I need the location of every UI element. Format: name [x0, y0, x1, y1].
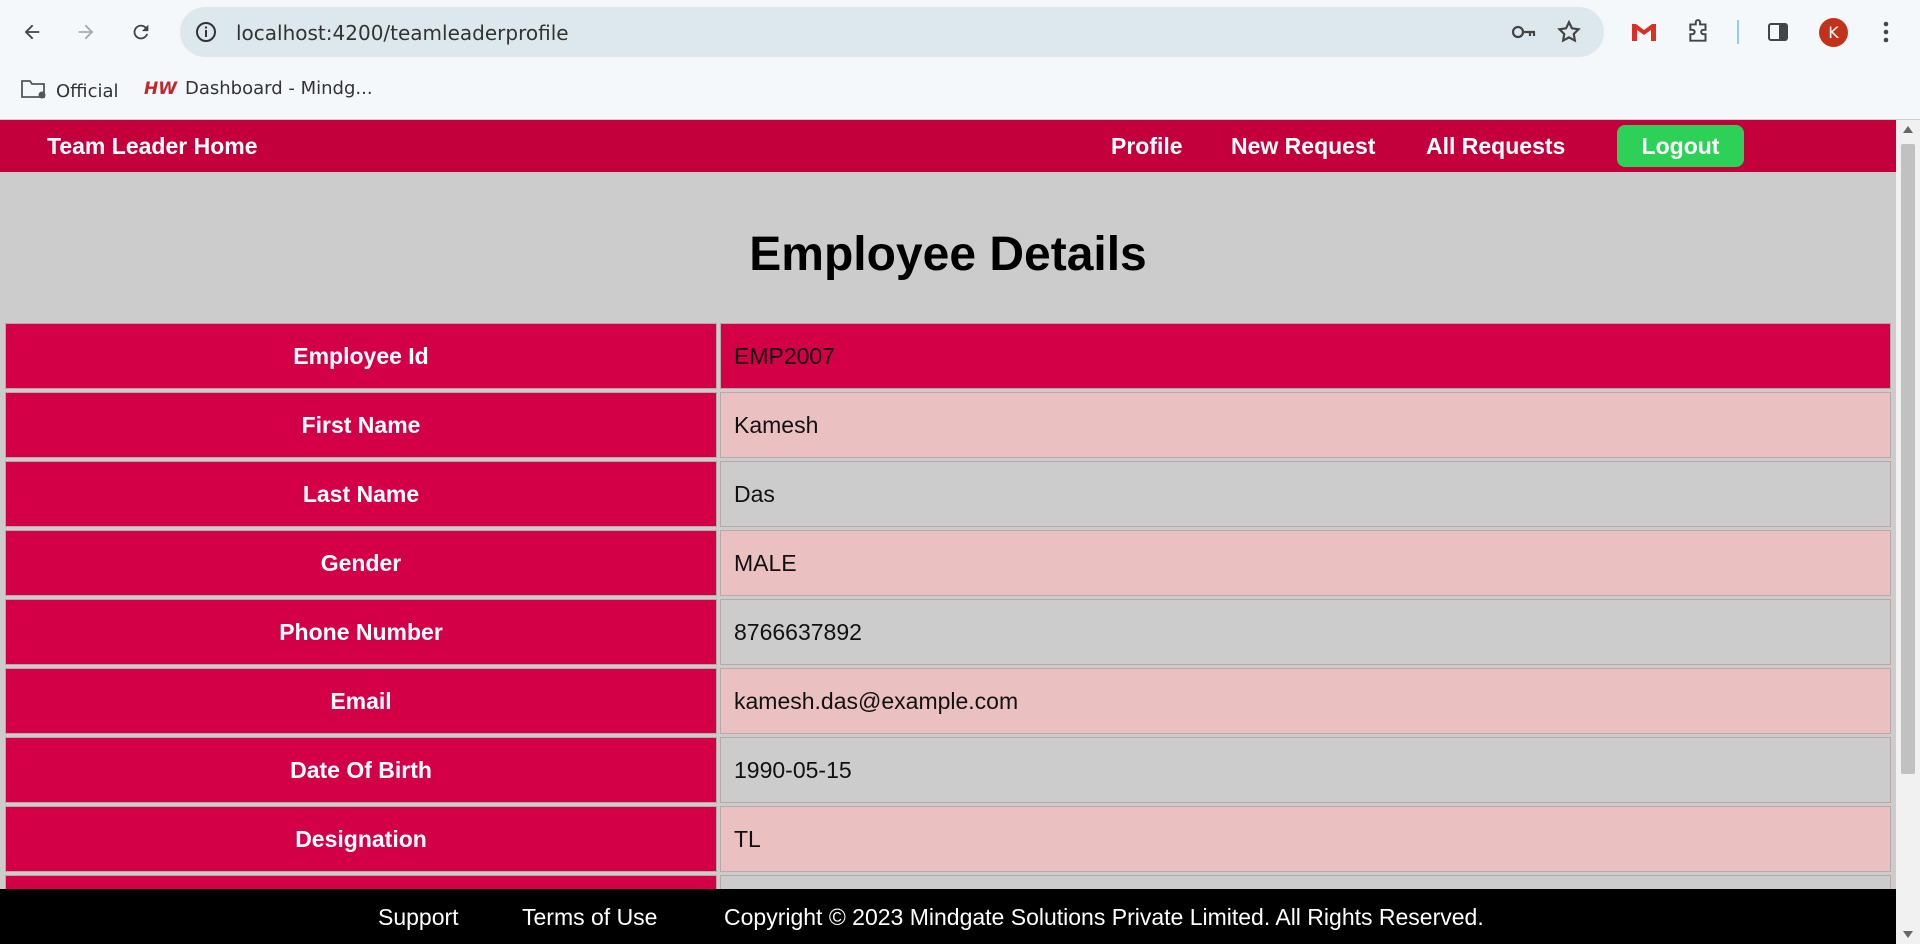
brand-link[interactable]: Team Leader Home	[47, 133, 257, 160]
nav-new-request[interactable]: New Request	[1231, 133, 1375, 160]
toolbar-separator	[1737, 20, 1739, 44]
table-row: Email kamesh.das@example.com	[5, 668, 1891, 734]
bookmark-star-icon[interactable]	[1556, 19, 1582, 50]
row-label: Last Name	[5, 461, 717, 527]
scroll-up-arrow-icon[interactable]	[1903, 126, 1913, 133]
row-value: TL	[720, 806, 1891, 872]
row-label: First Name	[5, 392, 717, 458]
bookmark-dashboard[interactable]: HW Dashboard - Mindg...	[144, 78, 373, 99]
nav-all-requests[interactable]: All Requests	[1426, 133, 1565, 160]
table-row: Phone Number 8766637892	[5, 599, 1891, 665]
row-value: kamesh.das@example.com	[720, 668, 1891, 734]
extensions-icon[interactable]	[1681, 14, 1717, 50]
page-scrollbar[interactable]	[1896, 120, 1920, 944]
row-label: Email	[5, 668, 717, 734]
table-row: Gender MALE	[5, 530, 1891, 596]
row-value	[720, 875, 1891, 889]
row-label: Gender	[5, 530, 717, 596]
browser-menu-icon[interactable]	[1868, 14, 1904, 50]
table-row: Employee Id EMP2007	[5, 323, 1891, 389]
bookmarks-bar: Official HW Dashboard - Mindg...	[0, 68, 1920, 108]
row-value: 1990-05-15	[720, 737, 1891, 803]
scroll-down-arrow-icon[interactable]	[1903, 931, 1913, 938]
table-row: First Name Kamesh	[5, 392, 1891, 458]
site-info-icon[interactable]	[194, 20, 218, 44]
address-bar[interactable]: localhost:4200/teamleaderprofile	[180, 7, 1604, 57]
table-row: Date Of Birth 1990-05-15	[5, 737, 1891, 803]
table-row	[5, 875, 1891, 889]
hw-favicon: HW	[144, 78, 177, 99]
footer-copyright: Copyright © 2023 Mindgate Solutions Priv…	[724, 904, 1484, 930]
footer-terms-link[interactable]: Terms of Use	[522, 904, 657, 931]
profile-avatar[interactable]: K	[1819, 18, 1848, 47]
row-value: MALE	[720, 530, 1891, 596]
url-text: localhost:4200/teamleaderprofile	[236, 21, 569, 45]
bookmark-label: Official	[56, 81, 119, 102]
folder-settings-icon	[20, 78, 48, 105]
row-label	[5, 875, 717, 889]
bookmark-official[interactable]: Official	[20, 78, 119, 105]
logout-button[interactable]: Logout	[1617, 125, 1744, 167]
app-navbar: Team Leader Home Profile New Request All…	[0, 120, 1896, 172]
gmail-icon[interactable]	[1626, 14, 1662, 50]
reload-icon[interactable]	[123, 14, 159, 50]
bookmark-label: Dashboard - Mindg...	[184, 78, 373, 99]
row-value: 8766637892	[720, 599, 1891, 665]
row-label: Phone Number	[5, 599, 717, 665]
row-value: Kamesh	[720, 392, 1891, 458]
row-value: EMP2007	[720, 323, 1891, 389]
scroll-thumb[interactable]	[1901, 144, 1915, 774]
row-label: Employee Id	[5, 323, 717, 389]
page-footer: Support Terms of Use Copyright © 2023 Mi…	[0, 889, 1896, 944]
key-icon[interactable]	[1510, 20, 1538, 49]
forward-icon[interactable]	[68, 14, 104, 50]
footer-support-link[interactable]: Support	[378, 904, 459, 931]
main-content: Employee Details Employee Id EMP2007 Fir…	[0, 172, 1896, 889]
back-icon[interactable]	[14, 14, 50, 50]
browser-chrome: localhost:4200/teamleaderprofile K Offic…	[0, 0, 1920, 119]
row-value: Das	[720, 461, 1891, 527]
table-row: Designation TL	[5, 806, 1891, 872]
table-row: Last Name Das	[5, 461, 1891, 527]
employee-details-table: Employee Id EMP2007 First Name Kamesh La…	[2, 320, 1894, 889]
side-panel-icon[interactable]	[1760, 14, 1796, 50]
row-label: Date Of Birth	[5, 737, 717, 803]
row-label: Designation	[5, 806, 717, 872]
nav-profile[interactable]: Profile	[1111, 133, 1183, 160]
page-title: Employee Details	[749, 228, 1147, 281]
